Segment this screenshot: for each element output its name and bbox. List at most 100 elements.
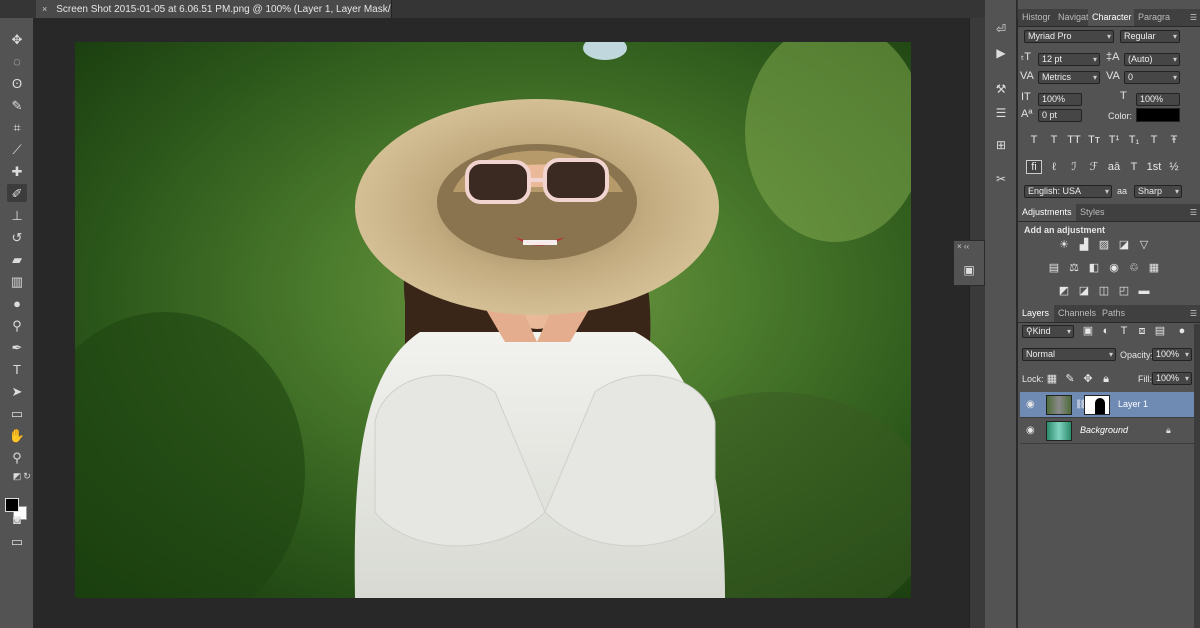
smart-object-filter-icon[interactable]: ▤	[1152, 324, 1168, 338]
lasso-tool[interactable]: ʘ	[7, 74, 27, 92]
tab-histogram[interactable]: Histogr	[1018, 9, 1054, 26]
adjustment-icon-r3-4[interactable]: ▬	[1136, 284, 1152, 298]
blur-tool[interactable]: ●	[7, 294, 27, 312]
rectangle-tool[interactable]: ▭	[7, 404, 27, 422]
type-style-button-4[interactable]: T¹	[1106, 133, 1122, 147]
tracking-field[interactable]: 0 ▾	[1124, 71, 1180, 84]
eyedropper-tool[interactable]: ⟋	[7, 140, 27, 158]
adjustment-icon-r2-4[interactable]: ♲	[1126, 261, 1142, 275]
layer-name[interactable]: Background	[1080, 425, 1128, 435]
adjustment-icon-r1-0[interactable]: ☀	[1056, 238, 1072, 252]
antialias-select[interactable]: Sharp ▾	[1134, 185, 1182, 198]
adjustment-filter-icon[interactable]: ◐	[1098, 324, 1114, 338]
adjustment-icon-r3-2[interactable]: ◫	[1096, 284, 1112, 298]
lock-transparent-icon[interactable]: ▦	[1044, 372, 1060, 386]
type-style-button-3[interactable]: Tт	[1086, 133, 1102, 147]
text-color-swatch[interactable]	[1136, 108, 1180, 122]
marquee-tool[interactable]: ◌	[7, 52, 27, 70]
type-style-button-1[interactable]: T	[1046, 133, 1062, 147]
brush-panel-icon[interactable]: ☰	[991, 104, 1011, 122]
layer-row-background[interactable]: ◉ Background 🔒︎	[1020, 418, 1198, 444]
screen-mode-icon[interactable]: ▭	[7, 532, 27, 550]
layer-row-layer1[interactable]: ◉ ⛓ Layer 1	[1020, 392, 1198, 418]
layer-name[interactable]: Layer 1	[1118, 399, 1148, 409]
panel-menu-icon[interactable]: ☰	[1190, 13, 1197, 22]
swap-colors-icon[interactable]: ↻	[17, 467, 37, 485]
type-style-button-2[interactable]: TT	[1066, 133, 1082, 147]
font-size-field[interactable]: 12 pt ▾	[1038, 53, 1100, 66]
blend-mode-select[interactable]: Normal ▾	[1022, 348, 1116, 361]
tab-layers[interactable]: Layers	[1018, 305, 1054, 322]
font-style-select[interactable]: Regular ▾	[1120, 30, 1180, 43]
opacity-field[interactable]: 100% ▾	[1152, 348, 1192, 361]
adjustment-icon-r2-1[interactable]: ⚖	[1066, 261, 1082, 275]
hand-tool[interactable]: ✋	[7, 426, 27, 444]
leading-field[interactable]: (Auto) ▾	[1124, 53, 1180, 66]
visibility-eye-icon[interactable]: ◉	[1026, 399, 1035, 410]
filter-toggle-icon[interactable]: ●	[1174, 324, 1190, 338]
tab-paragraph[interactable]: Paragra	[1134, 9, 1172, 26]
opentype-button-4[interactable]: aā	[1106, 160, 1122, 174]
path-select-tool[interactable]: ➤	[7, 382, 27, 400]
lock-all-icon[interactable]: 🔒︎	[1098, 372, 1114, 386]
opentype-button-0[interactable]: ﬁ	[1026, 160, 1042, 174]
tab-styles[interactable]: Styles	[1076, 204, 1110, 221]
layer-kind-filter[interactable]: ⚲Kind ▾	[1022, 325, 1074, 338]
pixel-filter-icon[interactable]: ▣	[1080, 324, 1096, 338]
quick-select-tool[interactable]: ✎	[7, 96, 27, 114]
vertical-scale-field[interactable]: 100%	[1038, 93, 1082, 106]
document-tab[interactable]: × Screen Shot 2015-01-05 at 6.06.51 PM.p…	[36, 0, 392, 18]
font-family-select[interactable]: Myriad Pro ▾	[1024, 30, 1114, 43]
layers-menu-icon[interactable]: ☰	[1190, 309, 1197, 318]
opentype-button-7[interactable]: ½	[1166, 160, 1182, 174]
opentype-button-5[interactable]: T	[1126, 160, 1142, 174]
pen-tool[interactable]: ✒	[7, 338, 27, 356]
tab-channels[interactable]: Channels	[1054, 305, 1098, 322]
type-style-button-6[interactable]: T	[1146, 133, 1162, 147]
adjustment-icon-r1-2[interactable]: ▨	[1096, 238, 1112, 252]
adjustment-icon-r2-5[interactable]: ▦	[1146, 261, 1162, 275]
adjustment-icon-r3-1[interactable]: ◪	[1076, 284, 1092, 298]
properties-icon[interactable]: ▣	[959, 261, 979, 279]
tool-presets-icon[interactable]: ✂	[991, 170, 1011, 188]
tab-adjustments[interactable]: Adjustments	[1018, 204, 1076, 221]
clone-source-icon[interactable]: ⊞	[991, 136, 1011, 154]
adjustment-icon-r2-3[interactable]: ◉	[1106, 261, 1122, 275]
crop-tool[interactable]: ⌗	[7, 118, 27, 136]
shape-filter-icon[interactable]: ⧈	[1134, 324, 1150, 338]
adjustments-menu-icon[interactable]: ☰	[1190, 208, 1197, 217]
horizontal-scale-field[interactable]: 100%	[1136, 93, 1180, 106]
adjustment-icon-r3-0[interactable]: ◩	[1056, 284, 1072, 298]
baseline-shift-field[interactable]: 0 pt	[1038, 109, 1082, 122]
adjustment-icon-r3-3[interactable]: ◰	[1116, 284, 1132, 298]
type-filter-icon[interactable]: T	[1116, 324, 1132, 338]
lock-pixels-icon[interactable]: ✎	[1062, 372, 1078, 386]
brush-tool[interactable]: ✐	[7, 184, 27, 202]
adjustment-icon-r2-0[interactable]: ▤	[1046, 261, 1062, 275]
visibility-eye-icon[interactable]: ◉	[1026, 425, 1035, 436]
opentype-button-2[interactable]: ℐ	[1066, 160, 1082, 174]
layer-mask-thumbnail[interactable]	[1084, 395, 1110, 415]
opentype-button-3[interactable]: ℱ	[1086, 160, 1102, 174]
quick-mask-icon[interactable]: ◙	[7, 510, 27, 528]
eraser-tool[interactable]: ▰	[7, 250, 27, 268]
history-icon[interactable]: ⏎	[991, 20, 1011, 38]
opentype-button-1[interactable]: ℓ	[1046, 160, 1062, 174]
fill-field[interactable]: 100% ▾	[1152, 372, 1192, 385]
photo-canvas[interactable]	[75, 42, 911, 598]
opentype-button-6[interactable]: 1st	[1146, 160, 1162, 174]
tab-navigator[interactable]: Navigat	[1054, 9, 1088, 26]
type-style-button-7[interactable]: Ŧ	[1166, 133, 1182, 147]
lock-position-icon[interactable]: ✥	[1080, 372, 1096, 386]
dodge-tool[interactable]: ⚲	[7, 316, 27, 334]
type-style-button-5[interactable]: T₁	[1126, 133, 1142, 147]
type-tool[interactable]: T	[7, 360, 27, 378]
layers-scrollbar[interactable]	[1194, 324, 1200, 628]
actions-play-icon[interactable]: ▶	[991, 44, 1011, 62]
clone-stamp-tool[interactable]: ⊥	[7, 206, 27, 224]
brush-presets-icon[interactable]: ⚒	[991, 80, 1011, 98]
zoom-tool[interactable]: ⚲	[7, 448, 27, 466]
tab-character[interactable]: Character	[1088, 9, 1134, 26]
close-tab-icon[interactable]: ×	[42, 4, 47, 14]
close-panel-icon[interactable]: × ‹‹	[957, 242, 969, 251]
